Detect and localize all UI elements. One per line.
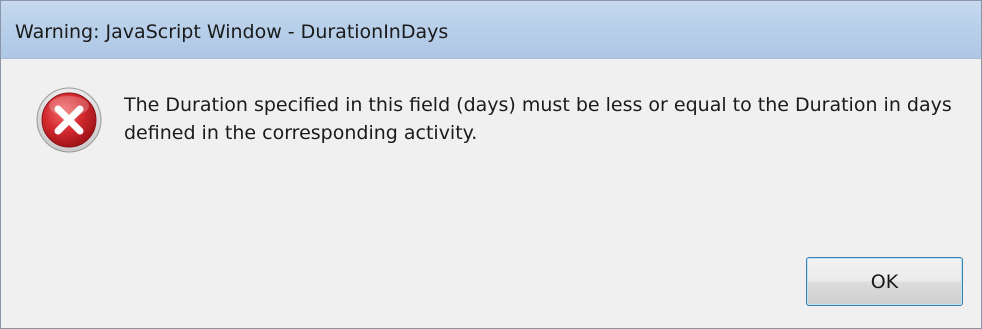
title-bar[interactable]: Warning: JavaScript Window - DurationInD… (1, 1, 981, 59)
warning-dialog: Warning: JavaScript Window - DurationInD… (0, 0, 982, 329)
error-message: The Duration specified in this field (da… (124, 94, 952, 144)
ok-button[interactable]: OK (806, 257, 963, 306)
window-title: Warning: JavaScript Window - DurationInD… (15, 21, 449, 43)
error-icon (35, 86, 103, 154)
